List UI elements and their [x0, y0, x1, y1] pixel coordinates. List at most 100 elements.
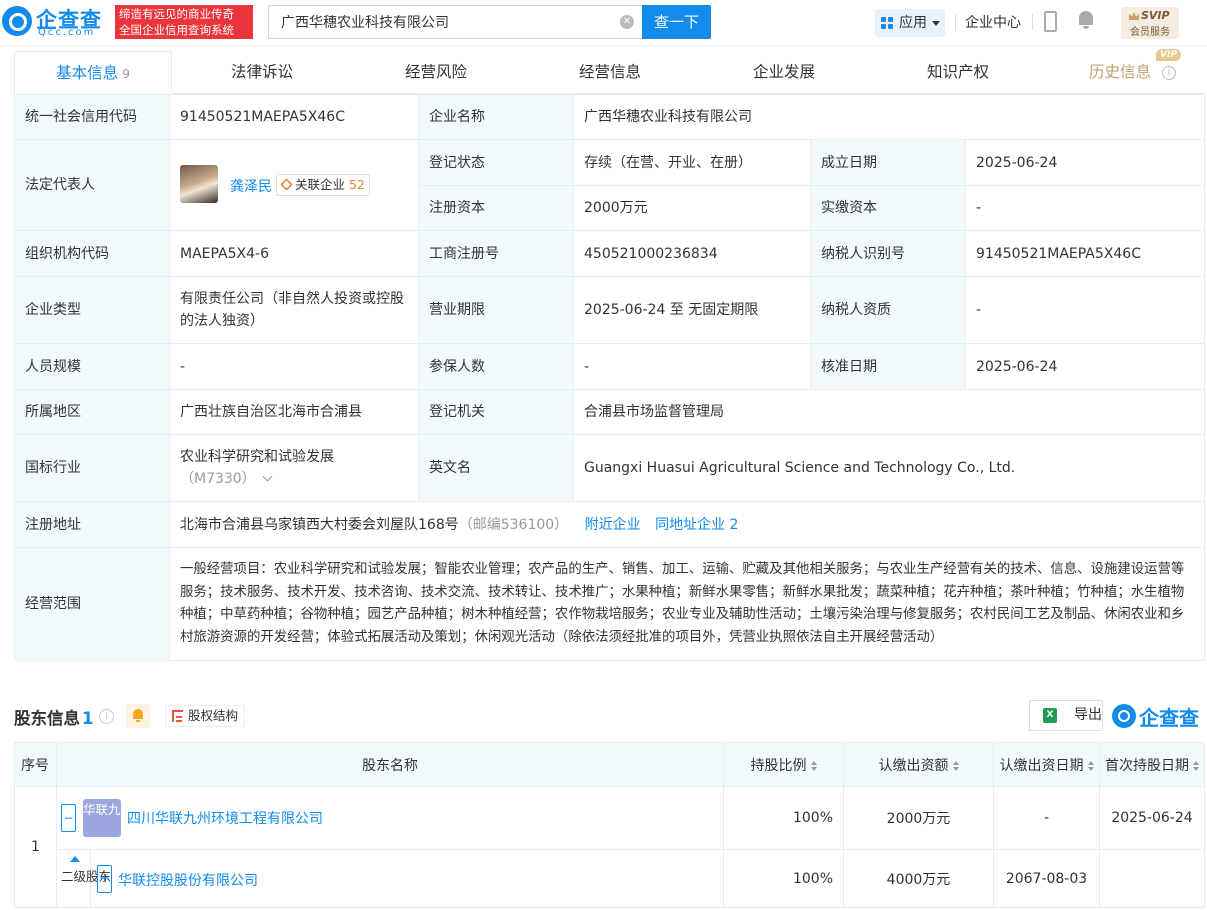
enterprise-center-link[interactable]: 企业中心: [965, 12, 1021, 32]
level2-first-date: [1099, 849, 1205, 908]
tab-risk[interactable]: 经营风险: [366, 51, 506, 94]
tab-basic-info[interactable]: 基本信息 9: [14, 51, 172, 94]
level2-subscribed: 4000万元: [843, 849, 994, 908]
postcode: （邮编536100）: [458, 516, 569, 533]
slogan-banner: 缔造有远见的商业传奇 全国企业信用查询系统: [115, 5, 253, 39]
company-name-label: 企业名称: [418, 94, 574, 140]
reg-capital-label: 注册资本: [418, 185, 574, 231]
scope-value: 一般经营项目：农业科学研究和试验发展；智能农业管理；农产品的生产、销售、加工、运…: [169, 547, 1205, 661]
mobile-app-icon[interactable]: [1044, 11, 1057, 32]
related-label: 关联企业: [295, 177, 346, 192]
monitor-bell-icon[interactable]: [126, 704, 150, 728]
svip-subtitle: 会员服务: [1130, 27, 1170, 38]
table-row: 1 − 华联九州 四川华联九州环境工程有限公司 100% 2000万元 - 20…: [14, 786, 1205, 908]
founded-label: 成立日期: [810, 139, 966, 186]
sort-icon: [810, 760, 817, 771]
col-ratio-label: 持股比例: [750, 757, 807, 774]
industry-code-toggle[interactable]: （M7330）: [180, 468, 408, 490]
region-value: 广西壮族自治区北海市合浦县: [169, 389, 419, 435]
level2-cell: 二级股东 + 华联控股股份有限公司: [56, 849, 724, 908]
nearby-companies-link[interactable]: 附近企业: [585, 517, 641, 533]
level2-subscribed-date: 2067-08-03: [993, 849, 1100, 908]
header-divider: [1032, 14, 1033, 30]
qcc-logo[interactable]: 企查查 Qcc.com: [0, 3, 112, 41]
export-button[interactable]: X 导出: [1029, 700, 1103, 731]
svip-button[interactable]: SVIP 会员服务: [1121, 7, 1179, 39]
row-index: 1: [14, 786, 57, 908]
col-subscribed-label: 认缴出资额: [878, 757, 949, 774]
basic-info-table: 统一社会信用代码 91450521MAEPA5X46C 企业名称 广西华穗农业科…: [14, 94, 1205, 661]
scope-label: 经营范围: [14, 547, 170, 661]
apps-grid-icon: [881, 17, 893, 29]
clear-search-icon[interactable]: ✕: [620, 15, 634, 29]
notification-bell-icon[interactable]: [1077, 10, 1095, 30]
address-value: 北海市合浦县乌家镇西大村委会刘屋队168号: [180, 516, 459, 533]
col-index: 序号: [14, 742, 57, 787]
tab-development[interactable]: 企业发展: [714, 51, 854, 94]
level2-name-link[interactable]: 华联控股股份有限公司: [118, 870, 258, 890]
staff-size-label: 人员规模: [14, 343, 170, 390]
avatar[interactable]: [180, 165, 218, 203]
equity-structure-button[interactable]: 股权结构: [165, 705, 246, 727]
level2-toggle[interactable]: 二级股东: [57, 850, 111, 908]
industry-code: （M7330）: [180, 471, 256, 487]
table-row: 二级股东 + 华联控股股份有限公司 100% 4000万元 2067-08-03: [15, 849, 1205, 908]
col-subscribed-date[interactable]: 认缴出资日期: [993, 742, 1100, 787]
paid-capital-label: 实缴资本: [810, 185, 966, 231]
section-tabs: 基本信息 9 法律诉讼 经营风险 经营信息 企业发展 知识产权 历史信息 VIP: [14, 49, 1203, 94]
staff-size-value: -: [169, 343, 419, 390]
crown-icon: [1129, 12, 1139, 20]
paid-capital-value: -: [965, 185, 1205, 231]
shareholder-name-link[interactable]: 四川华联九州环境工程有限公司: [127, 808, 323, 828]
equity-structure-label: 股权结构: [188, 708, 239, 723]
col-first-date[interactable]: 首次持股日期: [1099, 742, 1205, 787]
first-date-value: 2025-06-24: [1099, 786, 1205, 850]
tab-legal[interactable]: 法律诉讼: [192, 51, 332, 94]
slogan-line-2: 全国企业信用查询系统: [119, 23, 234, 37]
taxpayer-id-value: 91450521MAEPA5X46C: [965, 230, 1205, 277]
caret-down-icon: [932, 21, 940, 26]
level2-ratio: 100%: [723, 849, 844, 908]
related-companies-badge[interactable]: 关联企业 52: [276, 174, 370, 196]
legal-rep-label: 法定代表人: [14, 139, 170, 231]
credit-code-label: 统一社会信用代码: [14, 94, 170, 140]
subscribed-date-value: -: [993, 786, 1100, 850]
tab-operation[interactable]: 经营信息: [540, 51, 680, 94]
tab-ip[interactable]: 知识产权: [888, 51, 1028, 94]
sort-icon: [952, 760, 959, 771]
credit-code-value: 91450521MAEPA5X46C: [169, 94, 419, 140]
excel-icon: X: [1043, 708, 1057, 723]
info-icon[interactable]: i: [99, 709, 114, 724]
legal-rep-name-link[interactable]: 龚泽民: [230, 176, 272, 198]
col-ratio[interactable]: 持股比例: [723, 742, 844, 787]
search-box: ✕: [268, 5, 642, 39]
approve-date-value: 2025-06-24: [965, 343, 1205, 390]
col-first-date-label: 首次持股日期: [1105, 757, 1189, 774]
same-address-link[interactable]: 同地址企业 2: [655, 517, 738, 533]
info-icon[interactable]: i: [1162, 66, 1176, 80]
collapse-button[interactable]: −: [61, 804, 76, 832]
header-divider: [955, 14, 956, 30]
taxpayer-qual-label: 纳税人资质: [810, 276, 966, 344]
industry-cell: 农业科学研究和试验发展 （M7330）: [169, 434, 419, 502]
tab-count: 9: [122, 67, 130, 81]
related-icon: [280, 178, 293, 191]
search-button[interactable]: 查一下: [642, 5, 711, 39]
search-input[interactable]: [269, 6, 609, 38]
biz-term-label: 营业期限: [418, 276, 574, 344]
legal-rep-cell: 龚泽民 关联企业 52: [169, 139, 419, 231]
biz-reg-no-label: 工商注册号: [418, 230, 574, 277]
expand-button[interactable]: +: [97, 865, 112, 893]
org-code-value: MAEPA5X4-6: [169, 230, 419, 277]
col-subscribed[interactable]: 认缴出资额: [843, 742, 994, 787]
industry-label: 国标行业: [14, 434, 170, 502]
triangle-up-icon: [70, 856, 80, 862]
english-name-value: Guangxi Huasui Agricultural Science and …: [573, 434, 1205, 502]
reg-status-label: 登记状态: [418, 139, 574, 186]
shareholders-title: 股东信息 1: [14, 705, 93, 729]
apps-menu-button[interactable]: 应用: [875, 9, 945, 37]
industry-value: 农业科学研究和试验发展: [180, 449, 334, 465]
vip-badge: VIP: [1156, 49, 1181, 61]
company-logo[interactable]: 华联九州: [83, 799, 133, 837]
tab-label: 基本信息: [56, 64, 119, 82]
